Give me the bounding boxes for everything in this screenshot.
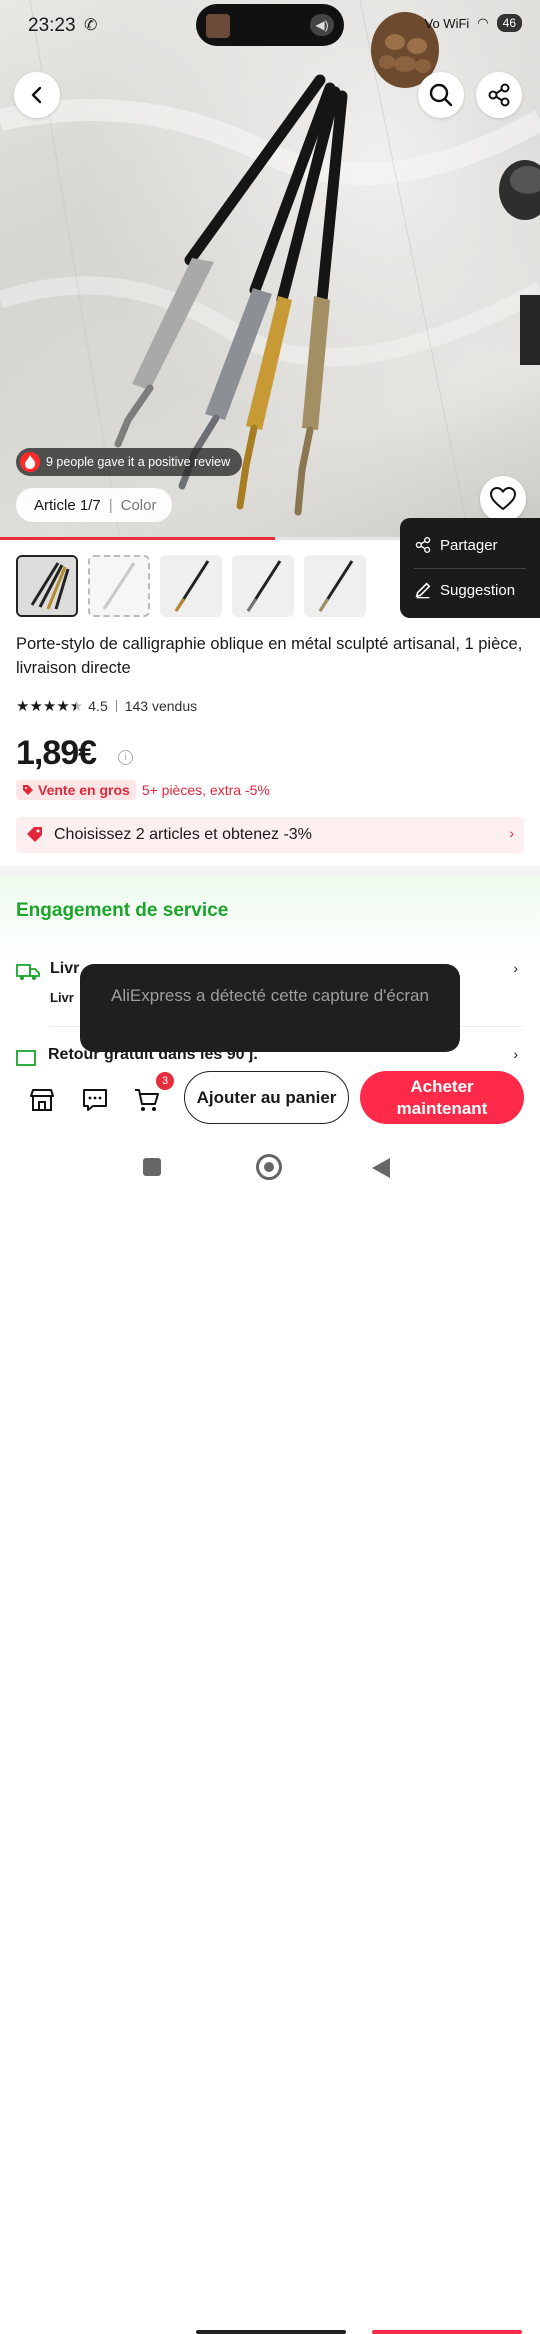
buy-button-peek xyxy=(372,2330,522,2334)
separator xyxy=(115,700,117,712)
info-icon[interactable]: i xyxy=(118,750,133,765)
back-button[interactable] xyxy=(14,72,60,118)
mute-icon: ◀) xyxy=(310,14,334,36)
product-title: Porte-stylo de calligraphie oblique en m… xyxy=(16,635,523,677)
bulk-offer: Vente en gros 5+ pièces, extra -5% xyxy=(16,780,270,800)
buy-now-button[interactable]: Acheter maintenant xyxy=(360,1071,524,1124)
cart-count-badge: 3 xyxy=(156,1072,174,1090)
media-thumbnail xyxy=(206,14,230,38)
share-popup-menu: Partager Suggestion xyxy=(400,518,540,618)
rating-value: 4.5 xyxy=(88,698,108,714)
star-icon: ★ xyxy=(42,698,56,715)
tag-icon xyxy=(23,785,33,795)
search-icon xyxy=(429,83,453,107)
bottom-action-bar: 3 Ajouter au panier Acheter maintenant xyxy=(0,1066,540,1134)
bulk-tag: Vente en gros xyxy=(16,780,136,800)
search-button[interactable] xyxy=(418,72,464,118)
recents-button[interactable] xyxy=(143,1158,161,1176)
star-icon: ★ xyxy=(29,698,42,715)
system-navigation-bar xyxy=(0,1134,540,2334)
star-rating: ★ ★ ★ ★ ★ xyxy=(16,697,83,715)
thumbnail-3[interactable] xyxy=(160,555,222,617)
sold-count: 143 vendus xyxy=(124,698,198,714)
star-icon: ★ xyxy=(16,698,29,715)
thumbnail-1[interactable] xyxy=(16,555,78,617)
dynamic-island: ◀) xyxy=(196,4,344,46)
rating-row: ★ ★ ★ ★ ★ 4.5 143 vendus xyxy=(16,697,197,715)
status-bar: 23:23 ✆ ◀) Vo WiFi ◠ 46 xyxy=(0,0,540,52)
edit-icon xyxy=(415,582,431,599)
wishlist-button[interactable] xyxy=(480,476,526,522)
variant-label: Color xyxy=(120,496,157,514)
screenshot-toast: AliExpress a détecté cette capture d'écr… xyxy=(80,964,460,1052)
truck-icon xyxy=(16,964,40,980)
home-button[interactable] xyxy=(256,1154,282,1180)
store-icon xyxy=(30,1089,54,1111)
thumbnail-strip xyxy=(16,555,366,619)
share-menu-label: Partager xyxy=(440,536,498,554)
status-right: Vo WiFi ◠ 46 xyxy=(424,14,522,32)
variant-selector[interactable]: Article 1/7 | Color xyxy=(16,488,173,522)
battery-indicator: 46 xyxy=(496,14,522,32)
chevron-left-icon xyxy=(31,86,42,104)
wifi-icon: ◠ xyxy=(477,15,489,30)
bulk-offer-text: 5+ pièces, extra -5% xyxy=(141,782,270,798)
chat-icon xyxy=(83,1089,107,1111)
status-time: 23:23 xyxy=(28,15,76,36)
vowifi-label: Vo WiFi xyxy=(424,15,470,31)
share-menu-item[interactable]: Partager xyxy=(414,536,498,554)
message-button[interactable] xyxy=(79,1084,111,1116)
thumbnail-2[interactable] xyxy=(88,555,150,617)
tag-icon xyxy=(27,827,42,842)
half-star-icon: ★ xyxy=(69,698,83,715)
suggestion-menu-item[interactable]: Suggestion xyxy=(414,581,515,599)
thumbnail-4[interactable] xyxy=(232,555,294,617)
heart-icon xyxy=(490,487,516,511)
store-button[interactable] xyxy=(26,1084,58,1116)
separator: | xyxy=(108,496,113,514)
coupon-banner[interactable]: Choisissez 2 articles et obtenez -3% › xyxy=(16,817,524,853)
back-nav-button[interactable] xyxy=(372,1158,390,1178)
review-text: 9 people gave it a positive review xyxy=(46,455,231,469)
buy-now-label: Acheter maintenant xyxy=(396,1076,488,1118)
add-to-cart-button[interactable]: Ajouter au panier xyxy=(184,1071,349,1124)
return-icon xyxy=(16,1050,36,1066)
share-button[interactable] xyxy=(476,72,522,118)
chevron-right-icon: › xyxy=(513,1046,518,1062)
share-icon xyxy=(415,537,431,553)
section-divider xyxy=(0,866,540,876)
chevron-right-icon: › xyxy=(509,825,514,841)
cart-icon xyxy=(135,1089,159,1111)
suggestion-menu-label: Suggestion xyxy=(440,581,516,599)
star-icon: ★ xyxy=(56,698,69,715)
chevron-right-icon: › xyxy=(513,960,518,976)
whatsapp-icon: ✆ xyxy=(84,17,98,34)
product-price: 1,89€ xyxy=(16,734,97,772)
delivery-subtitle: Livr xyxy=(50,990,74,1005)
bulk-tag-label: Vente en gros xyxy=(38,782,130,798)
menu-divider xyxy=(414,568,526,569)
flame-icon xyxy=(20,452,40,472)
service-heading: Engagement de service xyxy=(16,900,229,921)
coupon-text: Choisissez 2 articles et obtenez -3% xyxy=(54,826,312,843)
cart-button[interactable] xyxy=(131,1084,163,1116)
share-icon xyxy=(488,83,510,107)
article-counter: Article 1/7 xyxy=(34,496,101,514)
image-progress-fill xyxy=(0,537,276,540)
positive-review-badge: 9 people gave it a positive review xyxy=(16,448,243,476)
cart-button-peek xyxy=(196,2330,346,2334)
delivery-title: Livr xyxy=(50,960,80,977)
thumbnail-5[interactable] xyxy=(304,555,366,617)
